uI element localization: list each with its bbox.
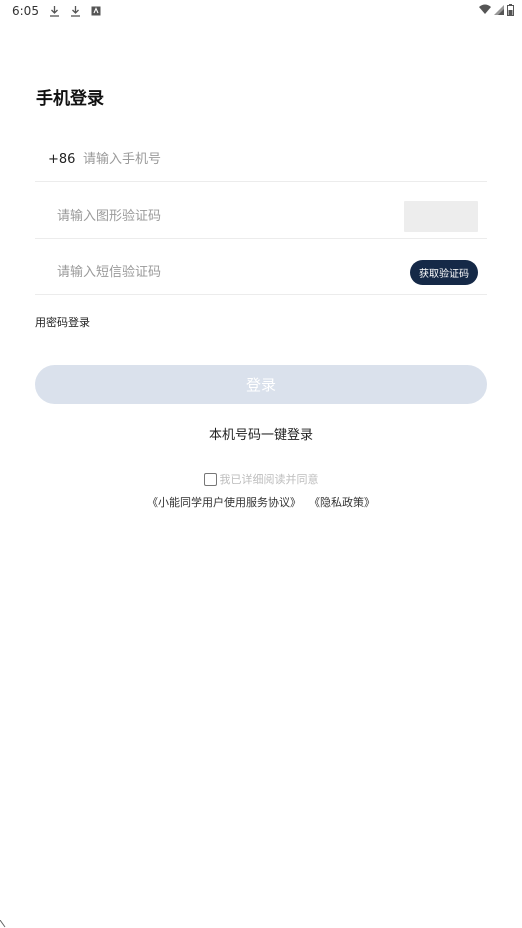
sms-row: 获取验证码 (35, 251, 487, 295)
wifi-icon (479, 4, 491, 18)
service-agreement-link[interactable]: 《小能同学用户使用服务协议》 (147, 494, 301, 510)
country-code: +86 (48, 152, 76, 167)
battery-icon (507, 3, 514, 19)
captcha-row (35, 195, 487, 239)
agreement-links: 《小能同学用户使用服务协议》 《隐私政策》 (0, 494, 522, 510)
login-screen: 6:05 手机登录 +86 请输入手机号 请输入图形验证码 请输入短信验证码 获… (0, 0, 522, 928)
status-time: 6:05 (12, 4, 39, 18)
password-login-link[interactable]: 用密码登录 (35, 314, 90, 330)
agreement-line: 我已详细阅读并同意 (0, 471, 522, 487)
status-left: 6:05 (12, 4, 102, 18)
agreement-checkbox[interactable] (203, 472, 217, 486)
cellular-signal-icon (494, 4, 504, 18)
download-icon (49, 5, 60, 17)
status-bar: 6:05 (0, 0, 522, 22)
status-right (479, 3, 514, 19)
download-icon (70, 5, 81, 17)
page-title: 手机登录 (36, 89, 104, 109)
sms-code-input[interactable] (57, 251, 410, 294)
phone-row: +86 (35, 138, 487, 182)
agreement-label: 我已详细阅读并同意 (219, 473, 319, 486)
login-button[interactable]: 登录 (35, 365, 487, 404)
captcha-image[interactable] (404, 201, 478, 232)
privacy-policy-link[interactable]: 《隐私政策》 (309, 494, 375, 510)
one-click-login-link[interactable]: 本机号码一键登录 (0, 424, 522, 443)
captcha-input[interactable] (57, 195, 404, 238)
phone-input[interactable] (83, 138, 487, 181)
get-sms-code-button[interactable]: 获取验证码 (410, 260, 478, 285)
app-notification-icon (91, 5, 102, 17)
corner-indicator-icon (0, 919, 6, 928)
